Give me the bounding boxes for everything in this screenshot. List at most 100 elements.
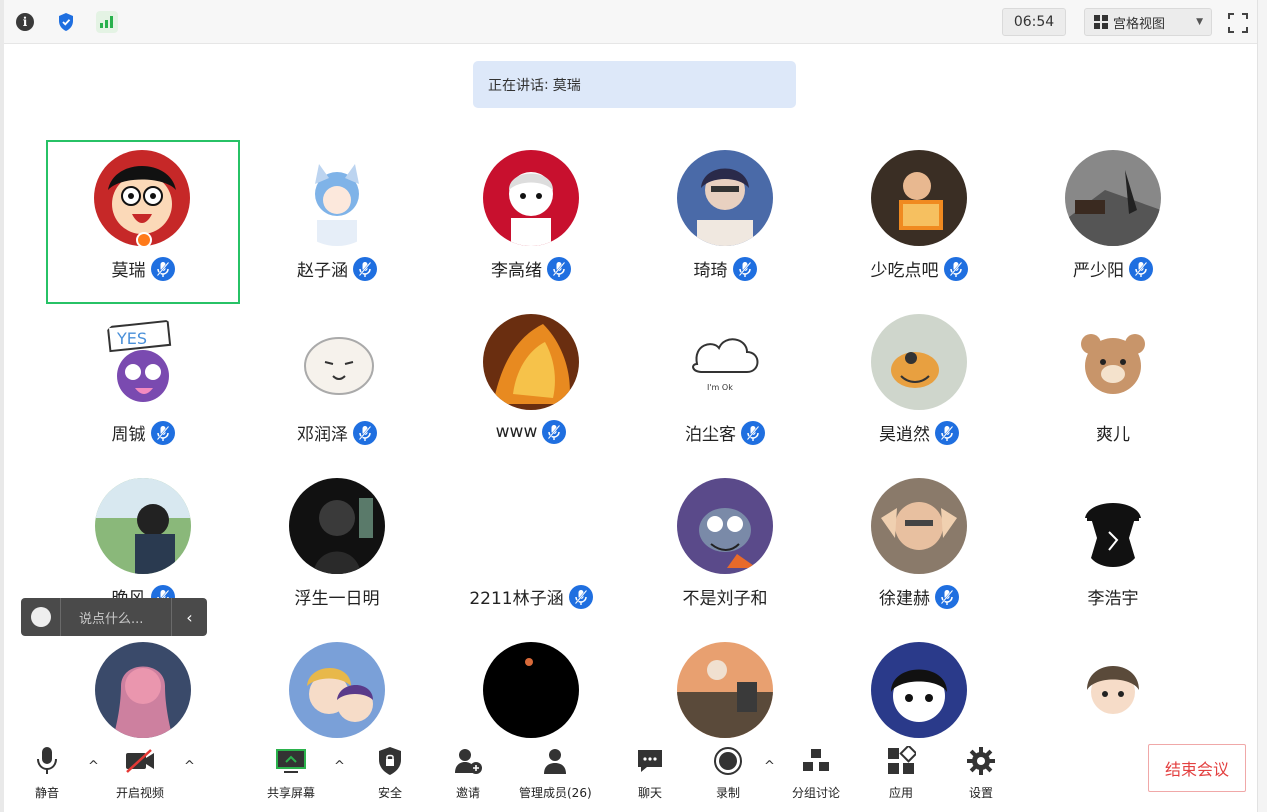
participant-tile[interactable] [434,632,628,740]
apps-button[interactable]: 应用 [884,744,918,804]
record-button[interactable]: 录制 [711,744,745,804]
participant-tile[interactable] [822,632,1016,740]
view-mode-dropdown[interactable]: 宫格视图 ▼ [1084,8,1212,36]
mute-button[interactable]: 静音 [30,744,64,804]
video-options-caret[interactable]: ^ [184,760,198,773]
top-bar: i 06:54 宫格视图 ▼ [4,0,1257,44]
microphone-muted-icon [935,584,959,609]
participant-name: 少吃点吧 [870,261,939,281]
participant-avatar [289,478,385,574]
participant-avatar [1065,314,1161,410]
share-label: 共享屏幕 [267,786,316,800]
invite-button[interactable]: 邀请 [451,744,485,804]
participant-tile[interactable]: 邓润泽 [240,304,434,468]
share-options-caret[interactable]: ^ [334,760,348,773]
participant-avatar [1065,642,1161,738]
emoji-icon[interactable] [21,598,61,636]
speaking-prefix: 正在讲话 [488,77,544,94]
participant-name: 赵子涵 [297,261,348,281]
participant-tile[interactable]: 赵子涵 [240,140,434,304]
participant-tile[interactable] [46,632,240,740]
svg-text:I'm Ok: I'm Ok [707,383,733,392]
scrollbar[interactable] [1257,0,1267,812]
participant-avatar [871,478,967,574]
participant-avatar: YES [95,314,191,410]
settings-button[interactable]: 设置 [964,744,998,804]
members-label: 管理成员(26) [519,786,592,800]
participant-name: 莫瑞 [111,261,146,281]
participant-tile[interactable]: I'm Ok 泊尘客 [628,304,822,468]
participant-tile[interactable] [1016,632,1210,740]
participant-avatar [871,642,967,738]
participant-tile[interactable]: YES 周铖 [46,304,240,468]
camera-off-icon [123,744,157,778]
participant-tile[interactable]: 2211林子涵 [434,468,628,632]
microphone-muted-icon [741,420,765,445]
participant-tile[interactable]: 少吃点吧 [822,140,1016,304]
participant-avatar [289,642,385,738]
manage-members-button[interactable]: 管理成员(26) [519,744,592,804]
share-screen-button[interactable]: 共享屏幕 [267,744,315,804]
mute-label: 静音 [34,786,59,800]
participant-tile[interactable]: 李浩宇 [1016,468,1210,632]
participant-name: 严少阳 [1073,261,1124,281]
participant-avatar [677,150,773,246]
participant-avatar [1065,150,1161,246]
participant-tile[interactable]: www [434,304,628,468]
chat-placeholder[interactable]: 说点什么... [61,608,171,627]
participant-avatar [677,478,773,574]
svg-text:YES: YES [116,329,147,348]
video-label: 开启视频 [116,786,165,800]
security-button[interactable]: 安全 [373,744,407,804]
participant-tile[interactable]: 莫瑞 [46,140,240,304]
participant-tile[interactable]: 不是刘子和 [628,468,822,632]
participant-avatar [289,314,385,410]
end-meeting-button[interactable]: 结束会议 [1148,744,1246,792]
apps-icon [884,744,918,778]
participant-name: www [495,422,538,442]
participant-name-row: 昊逍然 [822,420,1016,445]
participant-tile[interactable]: 严少阳 [1016,140,1210,304]
participant-name-row: 周铖 [46,420,240,445]
participant-tile[interactable] [240,632,434,740]
info-icon[interactable]: i [14,11,36,33]
participant-tile[interactable]: 昊逍然 [822,304,1016,468]
participant-name: 琦琦 [693,261,728,281]
microphone-muted-icon [150,420,175,445]
breakout-label: 分组讨论 [792,786,841,800]
quick-chat-bar[interactable]: 说点什么... ‹ [21,598,207,636]
chat-label: 聊天 [637,786,662,800]
shield-icon[interactable] [55,11,77,33]
fullscreen-icon[interactable] [1226,11,1250,35]
microphone-muted-icon [1129,256,1153,281]
share-screen-icon [274,744,308,778]
participant-tile[interactable]: 徐建赫 [822,468,1016,632]
chat-button[interactable]: 聊天 [633,744,667,804]
view-mode-label: 宫格视图 [1113,16,1166,32]
participant-name: 李浩宇 [1087,589,1139,609]
start-video-button[interactable]: 开启视频 [116,744,164,804]
participant-name-row: www [434,420,628,444]
audio-options-caret[interactable]: ^ [88,760,102,773]
record-options-caret[interactable]: ^ [764,760,778,773]
participant-name-row: 不是刘子和 [628,584,822,609]
participant-grid: 莫瑞 赵子涵 李高绪 琦琦 少吃点吧 严少阳 YES 周铖 邓润泽 www I'm Ok 泊尘客 昊逍然… [4,140,1244,740]
participant-avatar [483,314,579,410]
collapse-chat-button[interactable]: ‹ [171,598,207,636]
participant-avatar [483,150,579,246]
meeting-timer: 06:54 [1002,8,1066,36]
participant-tile[interactable]: 李高绪 [434,140,628,304]
participant-name: 徐建赫 [879,589,930,609]
microphone-muted-icon [353,420,377,445]
participant-tile[interactable]: 琦琦 [628,140,822,304]
participant-name: 周铖 [111,425,146,445]
participant-avatar [677,642,773,738]
participant-avatar [483,478,579,574]
participant-tile[interactable] [628,632,822,740]
participant-avatar [289,150,385,246]
microphone-muted-icon [732,256,757,281]
participant-tile[interactable]: 爽儿 [1016,304,1210,468]
signal-bars-icon[interactable] [96,11,118,33]
participant-tile[interactable]: 浮生一日明 [240,468,434,632]
breakout-rooms-button[interactable]: 分组讨论 [792,744,840,804]
